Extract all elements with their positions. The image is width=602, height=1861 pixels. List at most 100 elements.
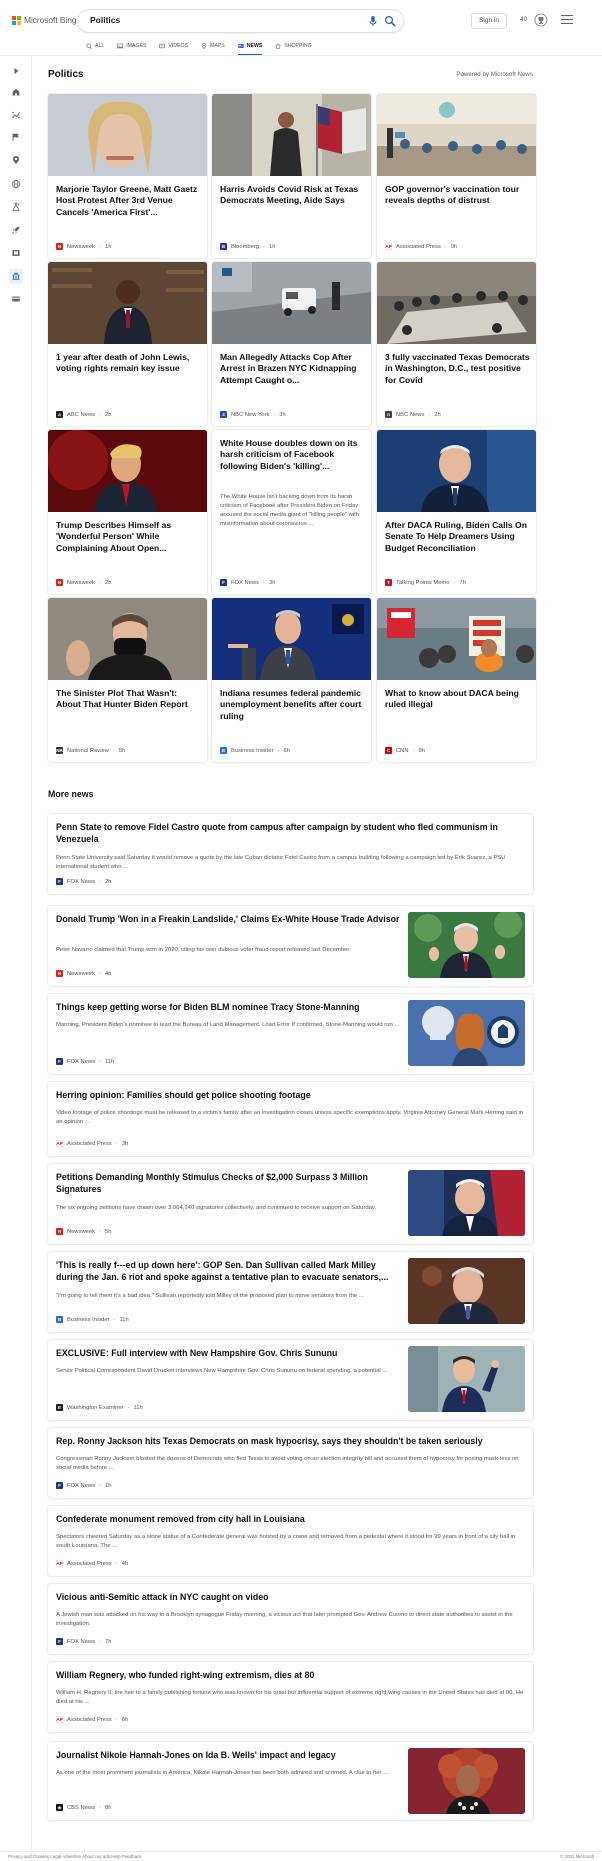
more-news-item[interactable]: William Regnery, who funded right-wing e… (48, 1662, 533, 1732)
bing-logo[interactable]: Microsoft Bing (12, 15, 77, 25)
sign-in-button[interactable]: Sign in (471, 13, 507, 29)
news-card[interactable]: Trump Describes Himself as 'Wonderful Pe… (48, 430, 207, 594)
more-news-source[interactable]: ◉ CBS News · 8h (56, 1804, 111, 1811)
rail-button-entertainment[interactable] (9, 246, 23, 260)
search-box[interactable]: Politics (78, 10, 403, 32)
news-card-title[interactable]: 1 year after death of John Lewis, voting… (56, 352, 202, 375)
news-card-image[interactable] (377, 94, 536, 176)
more-news-thumbnail[interactable] (408, 1346, 525, 1412)
rail-button-science[interactable] (9, 200, 23, 214)
news-card-title[interactable]: Man Allegedly Attacks Cop After Arrest i… (220, 352, 366, 386)
more-news-title[interactable]: Rep. Ronny Jackson hits Texas Democrats … (56, 1436, 524, 1448)
news-card-source[interactable]: NR National Review · 5h (56, 747, 125, 754)
news-card[interactable]: What to know about DACA being ruled ille… (377, 598, 536, 762)
more-news-title[interactable]: Confederate monument removed from city h… (56, 1514, 524, 1526)
rail-button-location[interactable] (9, 153, 23, 167)
rail-button-politics[interactable] (9, 269, 23, 283)
news-card-title[interactable]: What to know about DACA being ruled ille… (385, 688, 531, 711)
news-card-image[interactable] (212, 94, 371, 176)
news-card-source[interactable]: B Bloomberg · 1h (220, 243, 275, 250)
rail-button-expand[interactable] (9, 64, 23, 78)
news-card-source[interactable]: n NBC News · 2h (385, 411, 441, 418)
more-news-thumbnail[interactable] (408, 912, 525, 978)
hamburger-menu-icon[interactable] (561, 15, 573, 25)
news-card[interactable]: Harris Avoids Covid Risk at Texas Democr… (212, 94, 371, 258)
more-news-title[interactable]: William Regnery, who funded right-wing e… (56, 1670, 524, 1682)
news-card[interactable]: White House doubles down on its harsh cr… (212, 430, 371, 594)
news-card-source[interactable]: T Talking Points Memo · 7h (385, 579, 466, 586)
more-news-thumbnail[interactable] (408, 1170, 525, 1236)
news-card-title[interactable]: Trump Describes Himself as 'Wonderful Pe… (56, 520, 202, 554)
news-card-title[interactable]: The Sinister Plot That Wasn't: About Tha… (56, 688, 202, 711)
more-news-source[interactable]: AP Associated Press · 3h (56, 1140, 128, 1147)
more-news-source[interactable]: E Washington Examiner · 11h (56, 1404, 143, 1411)
news-card-title[interactable]: Marjorie Taylor Greene, Matt Gaetz Host … (56, 184, 202, 218)
more-news-source[interactable]: AP Associated Press · 6h (56, 1716, 128, 1723)
more-news-item[interactable]: Things keep getting worse for Biden BLM … (48, 994, 533, 1074)
more-news-item[interactable]: Penn State to remove Fidel Castro quote … (48, 814, 533, 894)
more-news-item[interactable]: Confederate monument removed from city h… (48, 1506, 533, 1576)
scope-tab-maps[interactable]: MAPS (201, 40, 225, 52)
news-card-image[interactable] (48, 262, 207, 344)
more-news-title[interactable]: Vicious anti-Semitic attack in NYC caugh… (56, 1592, 524, 1604)
rail-button-globe[interactable] (9, 177, 23, 191)
more-news-thumbnail[interactable] (408, 1258, 525, 1324)
more-news-title[interactable]: Penn State to remove Fidel Castro quote … (56, 822, 524, 846)
rewards-trophy-icon[interactable] (534, 12, 548, 28)
scope-tab-all[interactable]: ALL (86, 40, 104, 52)
news-card-title[interactable]: GOP governor's vaccination tour reveals … (385, 184, 531, 207)
news-card[interactable]: 3 fully vaccinated Texas Democrats in Wa… (377, 262, 536, 426)
news-card[interactable]: Marjorie Taylor Greene, Matt Gaetz Host … (48, 94, 207, 258)
news-card-title[interactable]: 3 fully vaccinated Texas Democrats in Wa… (385, 352, 531, 386)
news-card-title[interactable]: Harris Avoids Covid Risk at Texas Democr… (220, 184, 366, 207)
news-card-image[interactable] (377, 598, 536, 680)
rail-button-trending[interactable] (9, 108, 23, 122)
news-card-image[interactable] (212, 262, 371, 344)
microphone-icon[interactable] (367, 15, 379, 27)
more-news-title[interactable]: Petitions Demanding Monthly Stimulus Che… (56, 1172, 401, 1196)
rail-button-flag[interactable] (9, 130, 23, 144)
more-news-source[interactable]: F FOX News · 2h (56, 878, 111, 885)
rail-button-home[interactable] (9, 85, 23, 99)
news-card-source[interactable]: 4 NBC New York · 3h (220, 411, 286, 418)
more-news-title[interactable]: Herring opinion: Families should get pol… (56, 1090, 524, 1102)
more-news-thumbnail[interactable] (408, 1748, 525, 1814)
more-news-thumbnail[interactable] (408, 1000, 525, 1066)
search-input[interactable]: Politics (90, 15, 120, 25)
news-card-source[interactable]: C CNN · 9h (385, 747, 425, 754)
news-card[interactable]: Indiana resumes federal pandemic unemplo… (212, 598, 371, 762)
news-card-image[interactable] (377, 430, 536, 512)
news-card[interactable]: After DACA Ruling, Biden Calls On Senate… (377, 430, 536, 594)
news-card-source[interactable]: B Business Insider · 6h (220, 747, 290, 754)
search-icon[interactable] (384, 15, 396, 27)
news-card-image[interactable] (212, 598, 371, 680)
more-news-item[interactable]: Donald Trump 'Won in a Freakin Landslide… (48, 906, 533, 986)
rewards-points[interactable]: 40 (520, 16, 527, 23)
more-news-source[interactable]: N Newsweek · 5h (56, 1228, 111, 1235)
scope-tab-videos[interactable]: VIDEOS (159, 40, 188, 52)
scope-tab-news[interactable]: NEWS (237, 40, 262, 55)
news-card-source[interactable]: F FOX News · 3h (220, 579, 275, 586)
news-card-image[interactable] (377, 262, 536, 344)
news-card-source[interactable]: AP Associated Press · 9h (385, 243, 457, 250)
more-news-item[interactable]: Journalist Nikole Hannah-Jones on Ida B.… (48, 1742, 533, 1820)
more-news-source[interactable]: F FOX News · 11h (56, 1058, 114, 1065)
scope-tab-shopping[interactable]: SHOPPING (275, 40, 312, 52)
rail-button-rocket[interactable] (9, 223, 23, 237)
news-card-image[interactable] (48, 94, 207, 176)
more-news-item[interactable]: Rep. Ronny Jackson hits Texas Democrats … (48, 1428, 533, 1498)
footer-links[interactable]: Privacy and Cookies Legal Advertise Abou… (8, 1854, 142, 1859)
more-news-title[interactable]: Donald Trump 'Won in a Freakin Landslide… (56, 914, 401, 926)
more-news-title[interactable]: Things keep getting worse for Biden BLM … (56, 1002, 401, 1014)
more-news-item[interactable]: 'This is really f---ed up down here': GO… (48, 1252, 533, 1332)
more-news-title[interactable]: EXCLUSIVE: Full interview with New Hamps… (56, 1348, 401, 1360)
more-news-source[interactable]: F FOX News · 7h (56, 1638, 111, 1645)
more-news-source[interactable]: AP Associated Press · 4h (56, 1560, 128, 1567)
more-news-item[interactable]: Vicious anti-Semitic attack in NYC caugh… (48, 1584, 533, 1654)
more-news-item[interactable]: Herring opinion: Families should get pol… (48, 1082, 533, 1156)
news-card[interactable]: GOP governor's vaccination tour reveals … (377, 94, 536, 258)
news-card[interactable]: 1 year after death of John Lewis, voting… (48, 262, 207, 426)
news-card-title[interactable]: After DACA Ruling, Biden Calls On Senate… (385, 520, 531, 554)
news-card-source[interactable]: a ABC News · 2h (56, 411, 111, 418)
more-news-title[interactable]: 'This is really f---ed up down here': GO… (56, 1260, 401, 1284)
